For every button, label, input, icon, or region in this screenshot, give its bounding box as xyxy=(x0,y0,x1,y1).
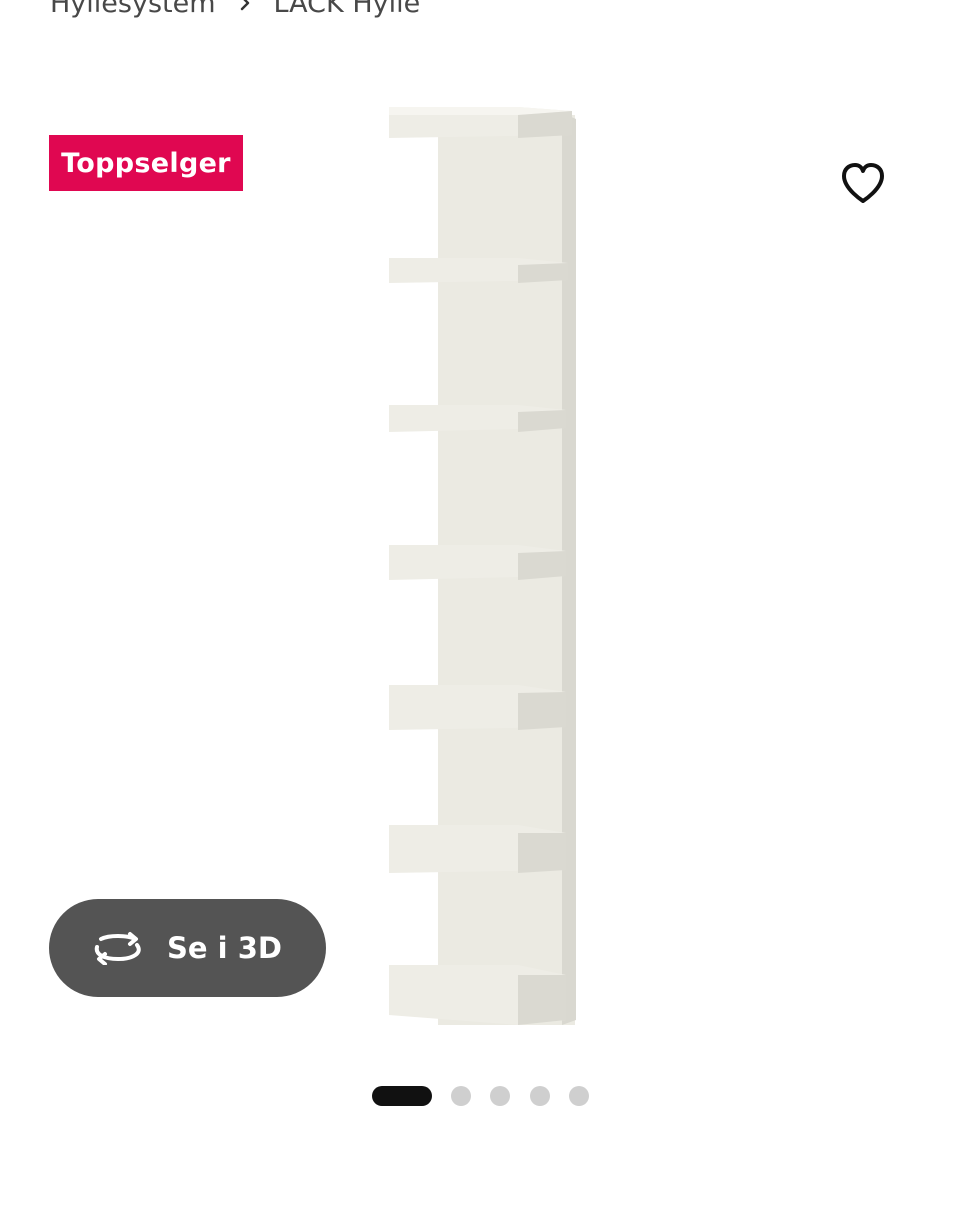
view-3d-label: Se i 3D xyxy=(167,931,282,965)
status-badge: Toppselger xyxy=(49,135,243,191)
chevron-right-icon xyxy=(240,0,249,11)
favorite-button[interactable] xyxy=(836,157,890,209)
product-image[interactable] xyxy=(370,95,600,1040)
carousel-dot-5[interactable] xyxy=(569,1086,589,1106)
carousel-dot-3[interactable] xyxy=(490,1086,510,1106)
heart-outline-icon xyxy=(842,163,884,203)
carousel-dot-2[interactable] xyxy=(451,1086,471,1106)
badge-label: Toppselger xyxy=(61,147,231,179)
breadcrumb-item-lack-hylle[interactable]: LACK Hylle xyxy=(274,0,421,19)
rotate-360-icon xyxy=(94,932,141,965)
view-3d-button[interactable]: Se i 3D xyxy=(49,899,326,997)
carousel-dot-1[interactable] xyxy=(372,1086,432,1106)
breadcrumb-item-hyllesystem[interactable]: Hyllesystem xyxy=(50,0,216,19)
breadcrumb: Hyllesystem LACK Hylle xyxy=(50,0,420,20)
carousel-dot-4[interactable] xyxy=(530,1086,550,1106)
